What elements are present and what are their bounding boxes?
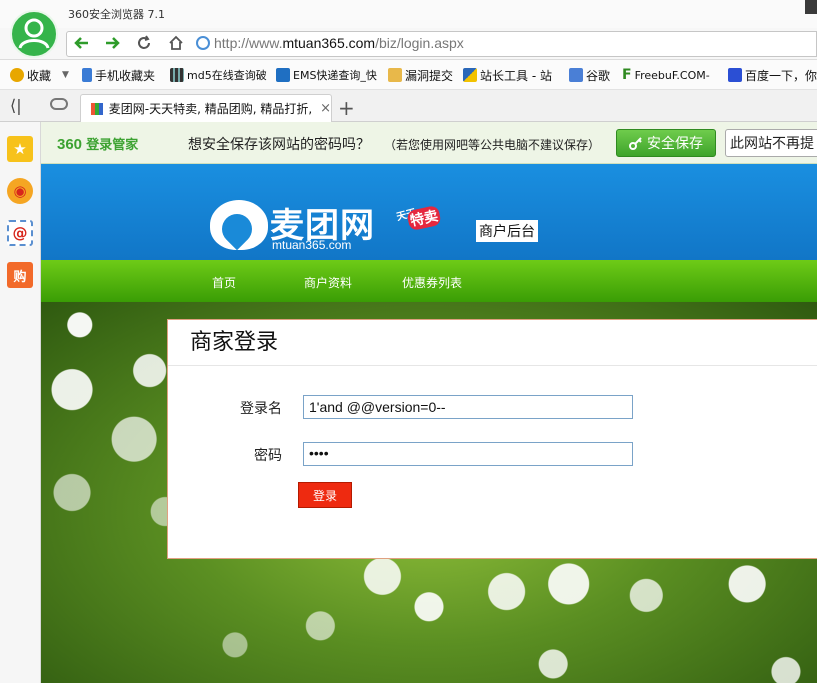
- site-logo-domain: mtuan365.com: [272, 238, 352, 252]
- forward-arrow-icon[interactable]: [98, 31, 126, 55]
- url-path: /biz/login.aspx: [375, 35, 464, 51]
- folder-icon: [388, 68, 402, 82]
- shopping-bag-icon[interactable]: 购: [7, 262, 33, 288]
- home-icon[interactable]: [162, 31, 190, 55]
- bookmark-freebuf[interactable]: F FreebuF.COM-: [622, 67, 710, 83]
- tab-list-arrow-icon[interactable]: ⟨|: [10, 96, 22, 115]
- baidu-icon: [728, 68, 742, 82]
- login-title: 商家登录: [190, 330, 279, 355]
- mail-at-icon[interactable]: @: [7, 220, 33, 246]
- bookmark-mobile-favorites[interactable]: 手机收藏夹: [82, 67, 155, 83]
- password-label: 密码: [254, 448, 282, 464]
- menu-coupon-list[interactable]: 优惠券列表: [402, 274, 462, 291]
- site-favicon-icon: [91, 102, 103, 115]
- chinaz-icon: [463, 68, 477, 82]
- bookmark-chinaz[interactable]: 站长工具 - 站: [463, 67, 552, 83]
- user-avatar-icon[interactable]: [10, 10, 58, 58]
- key-icon: [629, 137, 642, 150]
- tab-mtuan365[interactable]: 麦团网-天天特卖, 精品团购, 精品打折, ×: [80, 94, 332, 122]
- address-url[interactable]: http://www.mtuan365.com/biz/login.aspx: [214, 35, 464, 51]
- login-button[interactable]: 登录: [298, 482, 352, 508]
- bookmark-label: EMS快递查询_快: [293, 69, 377, 82]
- new-tab-button[interactable]: +: [338, 96, 355, 120]
- star-add-icon: [10, 68, 24, 82]
- refresh-icon[interactable]: [130, 31, 158, 55]
- globe-icon: [196, 36, 210, 50]
- username-label: 登录名: [240, 401, 282, 417]
- save-password-question: 想安全保存该网站的密码吗？: [188, 137, 370, 153]
- menu-home[interactable]: 首页: [212, 274, 236, 291]
- bookmark-md5[interactable]: md5在线查询破: [170, 67, 267, 83]
- bookmark-favorites[interactable]: 收藏 ▼: [10, 67, 69, 83]
- bookmark-ems[interactable]: EMS快递查询_快: [276, 67, 377, 83]
- daily-sale-badge: 天天 特卖: [392, 204, 464, 248]
- google-icon: [569, 68, 583, 82]
- brand-sub: 登录管家: [86, 137, 139, 152]
- bookmark-baidu[interactable]: 百度一下，你: [728, 67, 817, 83]
- tab-title: 麦团网-天天特卖, 精品团购, 精品打折,: [108, 102, 313, 116]
- save-password-note: （若您使用网吧等公共电脑不建议保存）: [384, 138, 601, 152]
- menu-merchant-info[interactable]: 商户资料: [304, 274, 352, 291]
- cloud-icon[interactable]: [50, 98, 68, 110]
- secure-save-button[interactable]: 安全保存: [616, 129, 716, 157]
- merchant-backend-tag: 商户后台: [476, 220, 538, 242]
- browser-sidebar: [0, 122, 41, 683]
- url-prefix: http://www.: [214, 35, 283, 51]
- favorites-star-icon[interactable]: ★: [7, 136, 33, 162]
- tab-close-icon[interactable]: ×: [320, 101, 331, 116]
- bookmark-label: md5在线查询破: [187, 69, 267, 82]
- bookmark-label: 漏洞提交: [405, 68, 454, 83]
- window-title: 360安全浏览器 7.1: [68, 8, 165, 21]
- never-save-dropdown[interactable]: 此网站不再提: [725, 129, 817, 157]
- ems-icon: [276, 68, 290, 82]
- url-host: mtuan365.com: [282, 35, 376, 51]
- bookmark-label: 百度一下，你: [745, 68, 817, 83]
- password-input[interactable]: ••••: [303, 442, 633, 466]
- brand-360: 360: [57, 136, 83, 153]
- window-controls[interactable]: [805, 0, 817, 14]
- bookmark-google[interactable]: 谷歌: [569, 67, 610, 83]
- phone-icon: [82, 68, 92, 82]
- grid-icon: [170, 68, 184, 82]
- bookmark-label: 收藏: [27, 68, 52, 83]
- bookmark-label: 手机收藏夹: [95, 68, 156, 83]
- bookmark-label: 谷歌: [586, 68, 611, 83]
- username-input[interactable]: [303, 395, 633, 419]
- chevron-down-icon[interactable]: ▼: [62, 70, 69, 80]
- weibo-icon[interactable]: ◉: [7, 178, 33, 204]
- secure-save-label: 安全保存: [647, 136, 703, 152]
- bookmark-label: FreebuF.COM-: [634, 68, 710, 82]
- password-manager-logo: 360 登录管家: [57, 134, 138, 153]
- freebuf-icon: F: [622, 67, 632, 83]
- back-arrow-icon[interactable]: [68, 31, 96, 55]
- bookmark-label: 站长工具 - 站: [480, 68, 552, 83]
- bookmark-vuln-submit[interactable]: 漏洞提交: [388, 67, 453, 83]
